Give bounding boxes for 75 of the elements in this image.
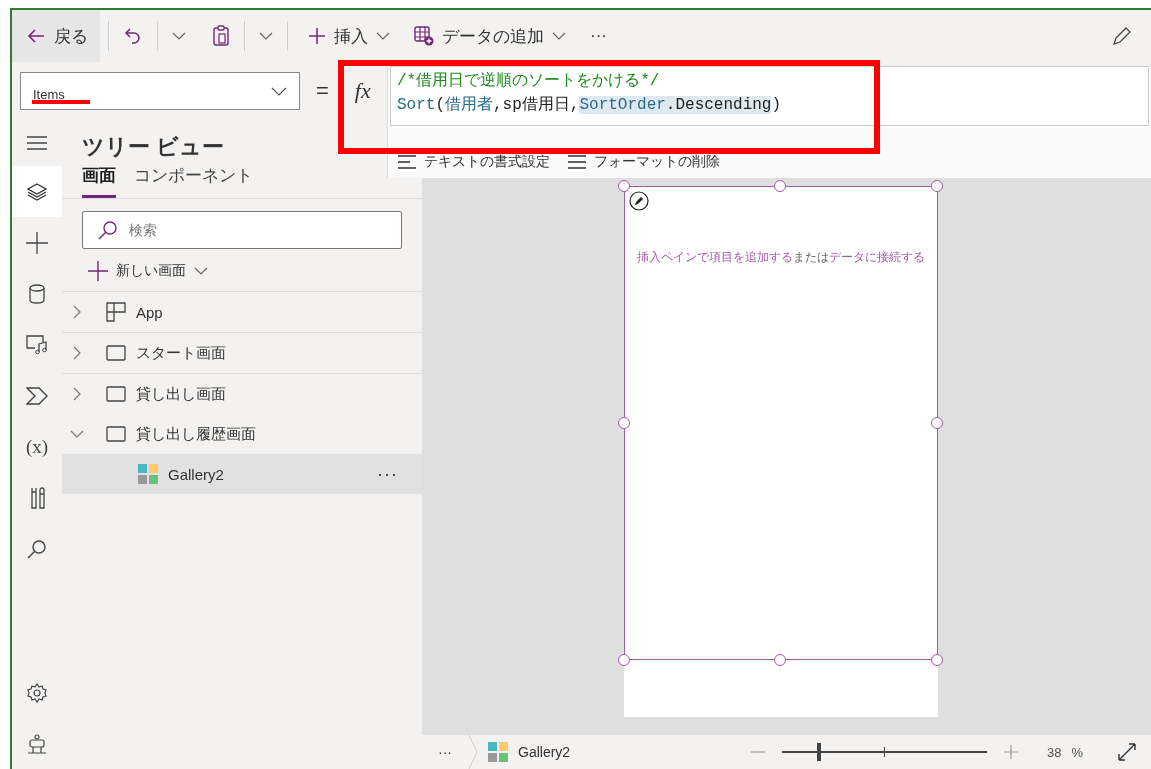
- plus-icon: [308, 27, 326, 45]
- breadcrumb-link[interactable]: Gallery2: [518, 744, 571, 760]
- variables-glyph[interactable]: (x): [25, 435, 49, 458]
- chevron-down-icon[interactable]: [172, 31, 186, 41]
- chevron-icon[interactable]: [72, 387, 82, 401]
- undo-icon[interactable]: [123, 26, 143, 46]
- gallery-selection-frame[interactable]: 挿入ペインで項目を追加する またはデータに接続する: [624, 186, 938, 660]
- cylinder-icon[interactable]: [29, 283, 45, 304]
- menu-icon[interactable]: [27, 136, 47, 150]
- back-arrow-icon: [26, 28, 46, 44]
- remove-format-button[interactable]: フォーマットの削除: [568, 153, 720, 171]
- lines-icon: [568, 155, 586, 169]
- resize-handle[interactable]: [618, 180, 630, 192]
- more-button[interactable]: ···: [377, 463, 398, 485]
- underline-mark: [32, 100, 90, 104]
- tools-icon[interactable]: [29, 486, 45, 509]
- more-button[interactable]: ···: [438, 744, 452, 760]
- breadcrumb-separator-icon: [468, 735, 478, 769]
- gallery-icon: [488, 742, 508, 762]
- hint-link[interactable]: 挿入ペインで項目を追加する: [637, 250, 793, 264]
- tab[interactable]: 画面: [82, 160, 116, 198]
- zoom-unit: %: [1071, 744, 1083, 760]
- text-lines-icon: [398, 155, 416, 169]
- tree-item[interactable]: App: [62, 292, 422, 333]
- settings-icon[interactable]: [27, 682, 47, 703]
- screen-icon: [106, 345, 126, 361]
- insert-button[interactable]: 挿入: [296, 10, 402, 62]
- chevron-down-icon: [194, 266, 208, 276]
- hint-link[interactable]: データに接続する: [829, 250, 925, 264]
- new-screen-button[interactable]: 新しい画面: [88, 259, 422, 283]
- add-data-button[interactable]: データの追加: [402, 10, 578, 62]
- equals-sign: =: [316, 78, 329, 104]
- chevron-down-icon[interactable]: [259, 31, 273, 41]
- app-icon: [106, 302, 126, 322]
- chevron-down-icon: [271, 86, 287, 96]
- pencil-icon[interactable]: [1111, 25, 1133, 47]
- flow-icon[interactable]: [26, 386, 48, 405]
- fx-label: fx: [354, 78, 371, 104]
- pencil-icon[interactable]: [629, 191, 649, 211]
- search-field[interactable]: 検索: [82, 211, 402, 249]
- resize-handle[interactable]: [931, 180, 943, 192]
- chevron-down-icon: [552, 31, 566, 41]
- screen-icon: [106, 386, 126, 402]
- more-button[interactable]: ···: [578, 10, 619, 62]
- tree-item[interactable]: 貸し出し画面: [62, 374, 422, 414]
- chevron-down-icon: [376, 31, 390, 41]
- resize-handle[interactable]: [618, 654, 630, 666]
- chevron-icon[interactable]: [72, 346, 82, 360]
- format-text-button[interactable]: テキストの書式設定: [398, 153, 550, 171]
- formula-editor[interactable]: /*借用日で逆順のソートをかける*/ Sort(借用者,sp借用日,SortOrder.Descending): [390, 66, 1149, 126]
- resize-handle[interactable]: [774, 180, 786, 192]
- tree-item[interactable]: Gallery2 ···: [62, 454, 422, 494]
- plus-icon: [88, 261, 108, 281]
- search-icon: [98, 220, 118, 240]
- resize-handle[interactable]: [618, 417, 630, 429]
- robot-icon[interactable]: [27, 733, 47, 754]
- expand-icon[interactable]: [1117, 742, 1137, 762]
- property-dropdown[interactable]: Items: [20, 72, 300, 110]
- table-add-icon: [414, 26, 434, 46]
- tree-item[interactable]: 貸し出し履歴画面: [62, 414, 422, 454]
- layers-icon[interactable]: [27, 182, 47, 201]
- panel-title: ツリー ビュー: [82, 134, 225, 160]
- search-icon[interactable]: [27, 538, 47, 559]
- tab[interactable]: コンポーネント: [134, 160, 253, 198]
- zoom-value: 38: [1046, 744, 1062, 760]
- plus-icon[interactable]: [26, 231, 48, 254]
- gallery-hint: 挿入ペインで項目を追加する またはデータに接続する: [636, 249, 926, 265]
- chevron-icon[interactable]: [70, 429, 84, 439]
- clipboard-icon[interactable]: [212, 25, 230, 47]
- tree-item[interactable]: スタート画面: [62, 333, 422, 374]
- gallery-icon: [138, 464, 158, 484]
- back-button[interactable]: 戻る: [12, 10, 100, 62]
- screen-icon: [106, 426, 126, 442]
- media-icon[interactable]: [26, 334, 48, 355]
- chevron-icon[interactable]: [72, 305, 82, 319]
